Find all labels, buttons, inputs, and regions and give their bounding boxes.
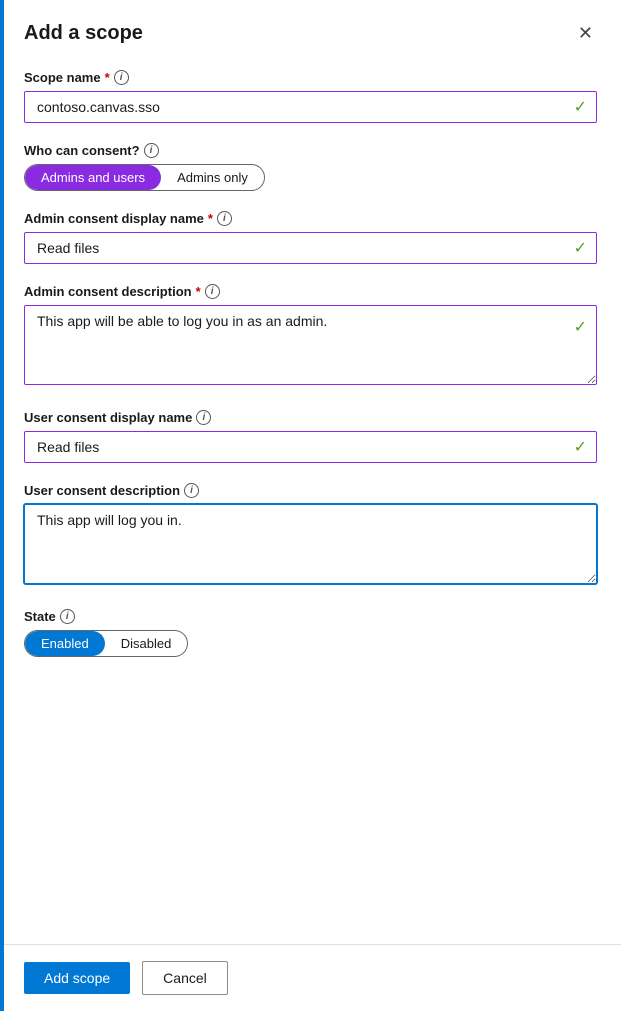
user-consent-description-group: User consent description i This app will… — [24, 483, 597, 589]
dialog-body: Scope name * i ✓ Who can consent? i Admi… — [0, 62, 621, 944]
dialog-header: Add a scope ✕ — [0, 0, 621, 62]
admin-consent-description-check-icon: ✓ — [574, 317, 587, 337]
state-info-icon[interactable]: i — [60, 609, 75, 624]
admin-consent-description-group: Admin consent description * i This app w… — [24, 284, 597, 390]
scope-name-check-icon: ✓ — [574, 97, 587, 117]
required-marker2: * — [208, 211, 213, 226]
who-can-consent-label: Who can consent? i — [24, 143, 597, 158]
scope-name-group: Scope name * i ✓ — [24, 70, 597, 123]
user-consent-description-label: User consent description i — [24, 483, 597, 498]
admin-consent-display-name-input[interactable] — [24, 232, 597, 264]
required-marker3: * — [196, 284, 201, 299]
user-consent-description-textarea[interactable]: This app will log you in. — [24, 504, 597, 584]
dialog-title: Add a scope — [24, 22, 143, 45]
admin-consent-description-info-icon[interactable]: i — [205, 284, 220, 299]
dialog-footer: Add scope Cancel — [0, 944, 621, 1011]
admin-consent-display-name-label: Admin consent display name * i — [24, 211, 597, 226]
user-consent-display-name-info-icon[interactable]: i — [196, 410, 211, 425]
enabled-button[interactable]: Enabled — [25, 631, 105, 656]
add-scope-button[interactable]: Add scope — [24, 962, 130, 994]
state-group: State i Enabled Disabled — [24, 609, 597, 657]
admin-consent-description-wrapper: This app will be able to log you in as a… — [24, 305, 597, 390]
who-can-consent-group: Who can consent? i Admins and users Admi… — [24, 143, 597, 191]
admins-only-button[interactable]: Admins only — [161, 165, 264, 190]
user-consent-description-wrapper: This app will log you in. — [24, 504, 597, 589]
scope-name-input[interactable] — [24, 91, 597, 123]
state-label: State i — [24, 609, 597, 624]
admin-consent-display-name-info-icon[interactable]: i — [217, 211, 232, 226]
state-toggle-group: Enabled Disabled — [24, 630, 188, 657]
left-accent — [0, 0, 4, 1011]
user-consent-display-name-wrapper: ✓ — [24, 431, 597, 463]
who-can-consent-info-icon[interactable]: i — [144, 143, 159, 158]
admin-consent-description-textarea[interactable]: This app will be able to log you in as a… — [24, 305, 597, 385]
cancel-button[interactable]: Cancel — [142, 961, 228, 995]
admins-and-users-button[interactable]: Admins and users — [25, 165, 161, 190]
scope-name-input-wrapper: ✓ — [24, 91, 597, 123]
add-scope-dialog: Add a scope ✕ Scope name * i ✓ Who can c… — [0, 0, 621, 1011]
scope-name-info-icon[interactable]: i — [114, 70, 129, 85]
admin-consent-display-name-wrapper: ✓ — [24, 232, 597, 264]
close-button[interactable]: ✕ — [574, 20, 597, 46]
user-consent-description-info-icon[interactable]: i — [184, 483, 199, 498]
consent-toggle-group: Admins and users Admins only — [24, 164, 265, 191]
disabled-button[interactable]: Disabled — [105, 631, 188, 656]
user-consent-display-name-check-icon: ✓ — [574, 437, 587, 457]
admin-consent-display-name-check-icon: ✓ — [574, 238, 587, 258]
user-consent-display-name-input[interactable] — [24, 431, 597, 463]
required-marker: * — [105, 70, 110, 85]
admin-consent-description-label: Admin consent description * i — [24, 284, 597, 299]
user-consent-display-name-label: User consent display name i — [24, 410, 597, 425]
scope-name-label: Scope name * i — [24, 70, 597, 85]
user-consent-display-name-group: User consent display name i ✓ — [24, 410, 597, 463]
admin-consent-display-name-group: Admin consent display name * i ✓ — [24, 211, 597, 264]
